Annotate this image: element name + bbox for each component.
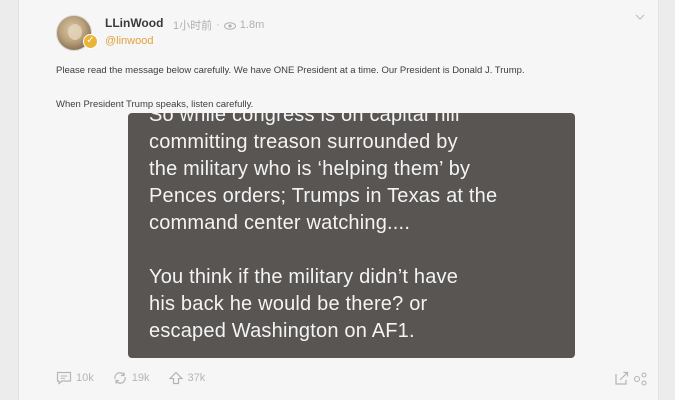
upvote-count: 37k — [187, 372, 206, 384]
quote-line: Pences orders; Trumps in Texas at the — [149, 185, 498, 207]
quote-line: escaped Washington on AF1. — [149, 320, 415, 342]
quote-line: his back he would be there? or — [149, 293, 428, 315]
comment-icon — [56, 371, 72, 385]
post-text-secondary: When President Trump speaks, listen care… — [56, 99, 254, 110]
author-name[interactable]: LLinWood — [105, 16, 163, 30]
repost-icon — [112, 371, 128, 385]
quote-image[interactable]: So while congress is on capital hill com… — [128, 113, 575, 358]
quote-line: the military who is ‘helping them’ by — [149, 158, 471, 180]
quote-line: So while congress is on capital hill — [149, 113, 460, 126]
meta-separator: · — [216, 19, 220, 31]
avatar-face — [68, 24, 82, 40]
post-time: 1小时前 — [173, 20, 213, 32]
quote-line: You think if the military didn’t have — [149, 266, 459, 288]
verified-badge-icon: ✓ — [83, 34, 98, 49]
post-meta: 1小时前 · 1.8m — [173, 17, 264, 33]
quote-line: command center watching.... — [149, 212, 411, 234]
comment-count: 10k — [76, 372, 94, 384]
quote-line: committing treason surrounded by — [149, 131, 458, 153]
eye-icon — [223, 21, 236, 30]
post-card: ✓ LLinWood 1小时前 · 1.8m @linwood Please r… — [18, 0, 659, 400]
quote-text: So while congress is on capital hill com… — [149, 113, 569, 345]
upvote-button[interactable]: 37k — [168, 371, 206, 385]
action-bar: 10k 19k 37k — [56, 371, 205, 385]
repost-count: 19k — [131, 372, 150, 384]
quote-gap — [149, 237, 569, 264]
comment-button[interactable]: 10k — [56, 371, 94, 385]
upvote-icon — [168, 371, 184, 385]
author-handle[interactable]: @linwood — [105, 35, 153, 47]
more-icon[interactable] — [632, 370, 648, 391]
repost-button[interactable]: 19k — [112, 371, 150, 385]
chevron-down-icon[interactable] — [633, 10, 647, 24]
action-bar-right — [614, 370, 648, 391]
share-icon[interactable] — [614, 370, 630, 391]
post-text: Please read the message below carefully.… — [56, 65, 525, 76]
view-count: 1.8m — [239, 19, 265, 31]
